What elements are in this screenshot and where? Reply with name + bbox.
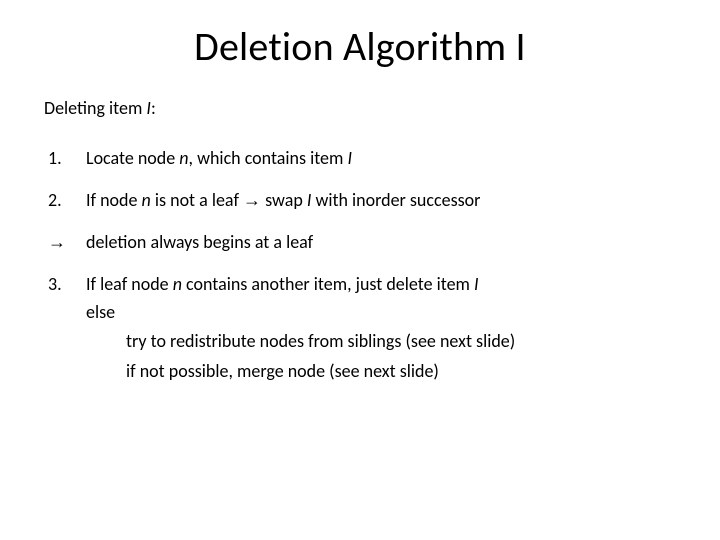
var-n: n bbox=[142, 189, 151, 211]
step-body: If node n is not a leaf → swap I with in… bbox=[86, 187, 680, 215]
slide-title: Deletion Algorithm I bbox=[40, 22, 680, 71]
step-arrow-note: → deletion always begins at a leaf bbox=[40, 229, 680, 257]
step-2: 2. If node n is not a leaf → swap I with… bbox=[40, 187, 680, 215]
step-3: 3. If leaf node n contains another item,… bbox=[40, 271, 680, 387]
var-n: n bbox=[179, 147, 188, 169]
slide: Deletion Algorithm I Deleting item I: 1.… bbox=[0, 0, 720, 540]
text: deletion always begins at a leaf bbox=[86, 231, 313, 253]
step-body: If leaf node n contains another item, ju… bbox=[86, 271, 680, 387]
sub-step-1: try to redistribute nodes from siblings … bbox=[126, 328, 680, 356]
text: , which contains item bbox=[189, 147, 348, 169]
step-body: deletion always begins at a leaf bbox=[86, 229, 680, 257]
else-line: else bbox=[86, 299, 680, 327]
intro-prefix: Deleting item bbox=[44, 97, 146, 119]
text: contains another item, just delete item bbox=[182, 273, 474, 295]
intro-line: Deleting item I: bbox=[44, 97, 680, 119]
step-number: 2. bbox=[40, 187, 86, 215]
text: Locate node bbox=[86, 147, 179, 169]
var-i: I bbox=[474, 273, 479, 295]
text: swap bbox=[261, 189, 307, 211]
var-n: n bbox=[173, 273, 182, 295]
arrow-icon: → bbox=[243, 190, 261, 210]
text: If node bbox=[86, 189, 142, 211]
step-list: 1. Locate node n, which contains item I … bbox=[40, 145, 680, 386]
step-body: Locate node n, which contains item I bbox=[86, 145, 680, 173]
sub-step-2: if not possible, merge node (see next sl… bbox=[126, 358, 680, 386]
step-number: 1. bbox=[40, 145, 86, 173]
intro-suffix: : bbox=[151, 97, 156, 119]
text: with inorder successor bbox=[311, 189, 480, 211]
text: If leaf node bbox=[86, 273, 173, 295]
step-number: 3. bbox=[40, 271, 86, 387]
text: is not a leaf bbox=[151, 189, 243, 211]
step-1: 1. Locate node n, which contains item I bbox=[40, 145, 680, 173]
arrow-icon: → bbox=[40, 229, 86, 257]
var-i: I bbox=[347, 147, 352, 169]
